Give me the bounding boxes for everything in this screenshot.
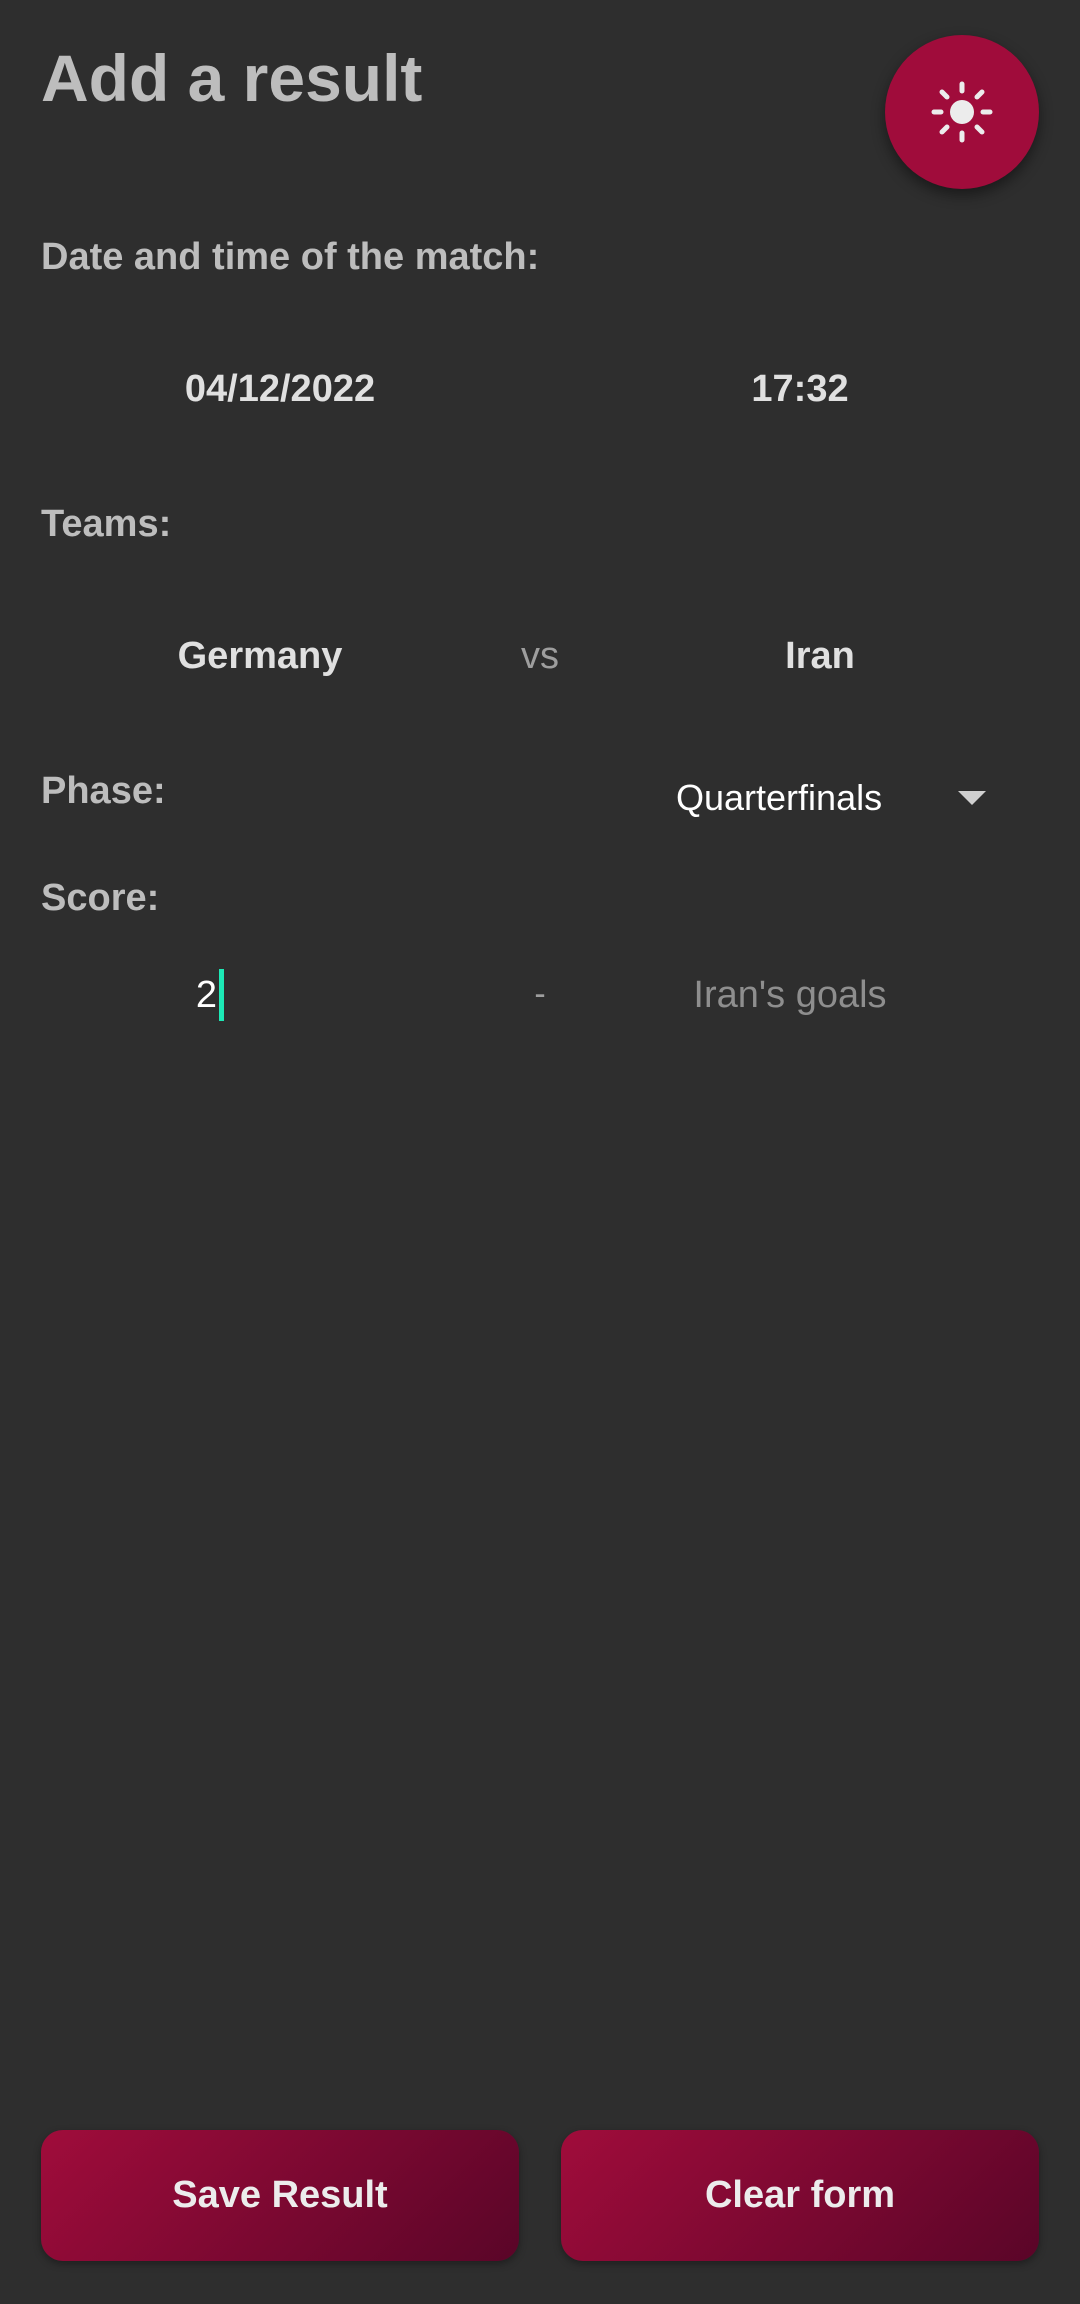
clear-form-button[interactable]: Clear form	[561, 2130, 1039, 2261]
sun-icon	[930, 80, 994, 144]
text-caret	[219, 969, 225, 1021]
home-team-selector[interactable]: Germany	[110, 635, 410, 678]
time-picker[interactable]: 17:32	[680, 368, 920, 411]
teams-separator: vs	[521, 635, 559, 677]
theme-toggle-button[interactable]	[885, 35, 1039, 189]
page-title: Add a result	[41, 41, 423, 115]
away-goals-placeholder: Iran's goals	[693, 973, 887, 1016]
score-separator: -	[534, 975, 546, 1013]
home-goals-value: 2	[195, 973, 218, 1016]
save-result-button[interactable]: Save Result	[41, 2130, 519, 2261]
teams-label: Teams:	[41, 503, 172, 545]
date-picker[interactable]: 04/12/2022	[120, 368, 440, 411]
phase-dropdown[interactable]: Quarterfinals	[660, 765, 1000, 831]
add-result-screen: Add a result Date and time of the match:…	[0, 0, 1080, 2304]
phase-label: Phase:	[41, 770, 166, 812]
score-label: Score:	[41, 877, 160, 919]
date-time-label: Date and time of the match:	[41, 236, 540, 278]
away-team-selector[interactable]: Iran	[680, 635, 960, 678]
home-goals-input[interactable]: 2	[60, 965, 360, 1025]
dropdown-arrow-icon	[958, 791, 986, 805]
phase-selected-value: Quarterfinals	[676, 777, 883, 818]
away-goals-input[interactable]: Iran's goals	[640, 965, 940, 1025]
